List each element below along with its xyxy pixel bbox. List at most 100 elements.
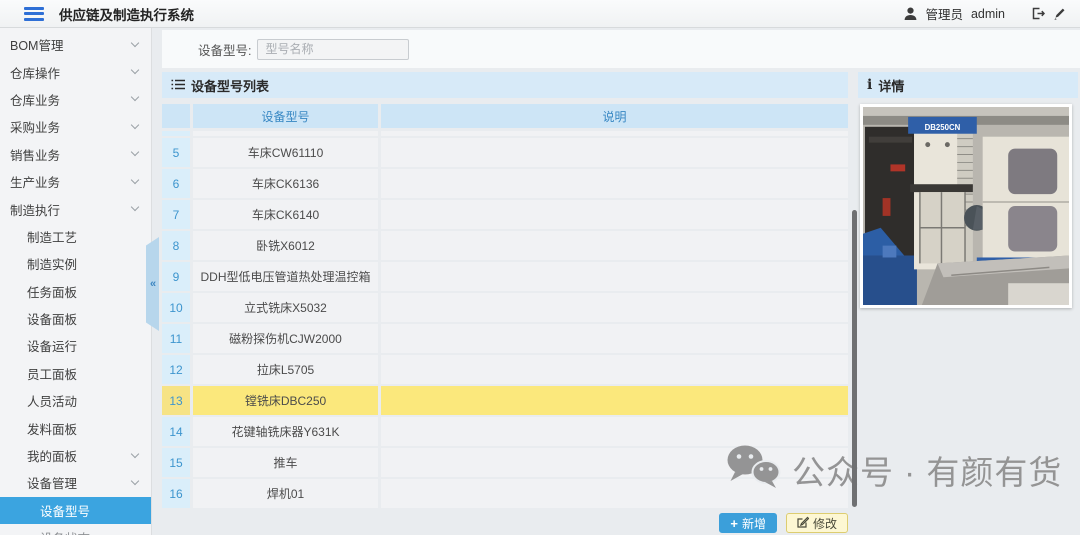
cell-num: 8 <box>162 231 190 260</box>
sidebar-item[interactable]: 员工面板 <box>0 360 151 387</box>
chevron-down-icon <box>131 148 139 156</box>
detail-title: 详情 <box>878 76 904 95</box>
table-row[interactable]: 7车床CK6140 <box>162 200 848 229</box>
info-icon: i <box>867 78 872 92</box>
cell-model: 车床CK6140 <box>193 200 378 229</box>
pencil-icon[interactable] <box>1053 7 1066 20</box>
col-header-index <box>162 104 190 128</box>
modify-button[interactable]: 修改 <box>786 513 848 533</box>
modify-button-label: 修改 <box>813 515 837 532</box>
sidebar-item-label: 采购业务 <box>10 117 60 136</box>
device-list-header: 设备型号列表 <box>162 72 848 98</box>
table-row[interactable]: 15推车 <box>162 448 848 477</box>
sidebar-item[interactable]: 发料面板 <box>0 414 151 441</box>
cell-num: 13 <box>162 386 190 415</box>
app-header: 供应链及制造执行系统 管理员 admin <box>0 0 1080 28</box>
sidebar-item-label: 制造执行 <box>10 200 60 219</box>
cell-desc <box>381 231 848 260</box>
cell-num <box>162 131 190 136</box>
table-row[interactable]: 6车床CK6136 <box>162 169 848 198</box>
table-row[interactable]: 13镗铣床DBC250 <box>162 386 848 415</box>
app-title: 供应链及制造执行系统 <box>59 4 194 24</box>
sidebar-item[interactable]: 设备面板 <box>0 305 151 332</box>
sidebar-item-label: 设备运行 <box>27 336 77 355</box>
device-list-title: 设备型号列表 <box>191 76 269 95</box>
cell-desc <box>381 417 848 446</box>
sidebar-item-label: 制造工艺 <box>27 227 77 246</box>
sidebar-collapse-handle[interactable]: « <box>146 237 159 331</box>
machine-label: DB250CN <box>925 123 961 132</box>
sidebar-item[interactable]: BOM管理 <box>0 31 151 58</box>
cell-desc <box>381 131 848 136</box>
search-bar: 设备型号: <box>162 30 1080 68</box>
user-role: 管理员 <box>925 4 963 23</box>
sidebar-item[interactable]: 生产业务 <box>0 168 151 195</box>
sidebar-item[interactable]: 仓库业务 <box>0 86 151 113</box>
col-header-description: 说明 <box>381 104 848 128</box>
table-row[interactable]: 10立式铣床X5032 <box>162 293 848 322</box>
cell-model: 花键轴铣床器Y631K <box>193 417 378 446</box>
sidebar-item-label: 制造实例 <box>27 254 77 273</box>
cell-desc <box>381 448 848 477</box>
sidebar-item[interactable]: 设备型号 <box>0 497 151 524</box>
col-header-model: 设备型号 <box>193 104 378 128</box>
sidebar-item[interactable]: 设备运行 <box>0 332 151 359</box>
sidebar-item-label: 仓库业务 <box>10 90 60 109</box>
cell-desc <box>381 386 848 415</box>
sidebar-item[interactable]: 仓库操作 <box>0 58 151 85</box>
cell-model: 车床CW61110 <box>193 138 378 167</box>
cell-num: 10 <box>162 293 190 322</box>
model-name-input[interactable] <box>257 39 409 60</box>
header-user-area: 管理员 admin <box>904 4 1066 23</box>
table-row[interactable]: 9DDH型低电压管道热处理温控箱 <box>162 262 848 291</box>
table-row[interactable]: 12拉床L5705 <box>162 355 848 384</box>
sidebar-menu: BOM管理仓库操作仓库业务采购业务销售业务生产业务制造执行制造工艺制造实例任务面… <box>0 28 152 535</box>
sidebar-item[interactable]: 设备管理 <box>0 469 151 496</box>
sidebar-item-label: 员工面板 <box>27 364 77 383</box>
sidebar-item[interactable]: 销售业务 <box>0 141 151 168</box>
menu-icon[interactable] <box>24 7 44 21</box>
table-row[interactable]: 11磁粉探伤机CJW2000 <box>162 324 848 353</box>
add-button-label: 新增 <box>742 515 766 532</box>
sidebar-item[interactable]: 制造实例 <box>0 250 151 277</box>
list-icon <box>171 78 185 93</box>
sidebar-item[interactable]: 设备状态 <box>0 524 151 535</box>
vertical-scrollbar-thumb[interactable] <box>852 210 857 507</box>
cell-desc <box>381 138 848 167</box>
user-name: admin <box>971 7 1005 21</box>
cell-desc <box>381 200 848 229</box>
cell-num: 15 <box>162 448 190 477</box>
cell-model: 立式铣床X5032 <box>193 293 378 322</box>
device-table-body: 5车床CW611106车床CK61367车床CK61408卧铣X60129DDH… <box>162 131 848 508</box>
sidebar-item-label: 设备状态 <box>40 528 90 535</box>
cell-desc <box>381 324 848 353</box>
sidebar-item-label: 任务面板 <box>27 282 77 301</box>
cell-num: 7 <box>162 200 190 229</box>
user-icon <box>904 7 917 21</box>
cell-model <box>193 131 378 136</box>
sidebar-item-label: 销售业务 <box>10 145 60 164</box>
chevron-down-icon <box>131 121 139 129</box>
sidebar-item[interactable]: 我的面板 <box>0 442 151 469</box>
cell-desc <box>381 479 848 508</box>
table-row[interactable]: 5车床CW61110 <box>162 138 848 167</box>
table-row[interactable]: 8卧铣X6012 <box>162 231 848 260</box>
table-header-row: 设备型号 说明 <box>162 104 848 128</box>
sidebar-item[interactable]: 任务面板 <box>0 278 151 305</box>
sidebar-item[interactable]: 制造执行 <box>0 195 151 222</box>
cell-model: 卧铣X6012 <box>193 231 378 260</box>
table-row[interactable]: 16焊机01 <box>162 479 848 508</box>
cell-desc <box>381 293 848 322</box>
logout-icon[interactable] <box>1031 7 1045 20</box>
table-actions: + 新增 修改 <box>162 513 848 533</box>
sidebar-item[interactable]: 制造工艺 <box>0 223 151 250</box>
cell-desc <box>381 169 848 198</box>
detail-header: i 详情 <box>858 72 1078 98</box>
table-row[interactable]: 14花键轴铣床器Y631K <box>162 417 848 446</box>
sidebar-item[interactable]: 人员活动 <box>0 387 151 414</box>
sidebar-item-label: 生产业务 <box>10 172 60 191</box>
add-button[interactable]: + 新增 <box>719 513 777 533</box>
sidebar-item[interactable]: 采购业务 <box>0 113 151 140</box>
cell-model: 推车 <box>193 448 378 477</box>
table-row[interactable] <box>162 131 848 136</box>
